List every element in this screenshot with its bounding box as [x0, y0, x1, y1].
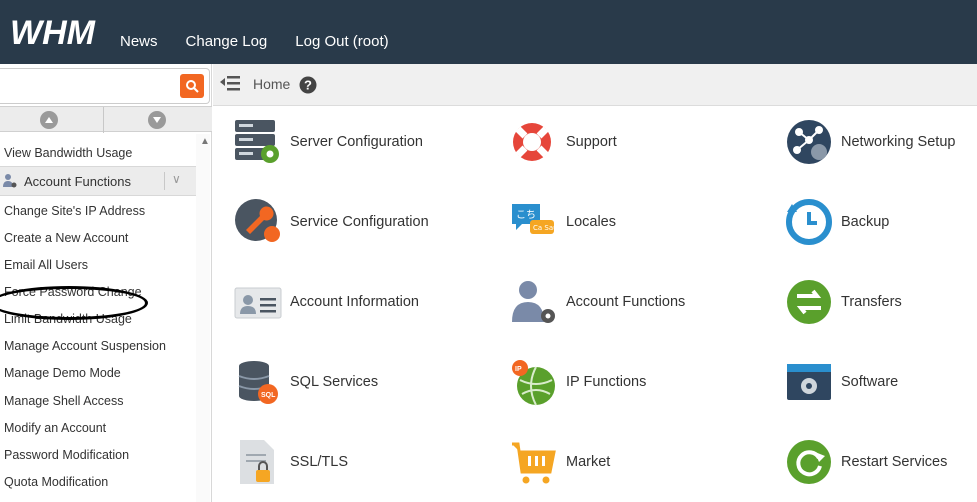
- tile-ssl-tls[interactable]: SSL/TLS: [234, 438, 348, 486]
- sidebar-item-modify-account[interactable]: Modify an Account: [4, 421, 106, 435]
- sidebar-item-email-users[interactable]: Email All Users: [4, 258, 88, 272]
- breadcrumb: Home ?: [213, 64, 977, 106]
- tile-backup[interactable]: Backup: [785, 198, 889, 246]
- help-icon[interactable]: ?: [299, 76, 317, 94]
- tile-locales[interactable]: こち Ca Sau Locales: [510, 198, 616, 246]
- sidebar-item-quota-modification[interactable]: Quota Modification: [4, 475, 108, 489]
- tile-networking-setup[interactable]: Networking Setup: [785, 118, 955, 166]
- news-link[interactable]: News: [120, 33, 158, 50]
- globe-pin-icon: IP: [512, 360, 555, 406]
- sidebar-search-input[interactable]: [0, 68, 210, 104]
- sidebar-nav-arrows: [0, 106, 212, 133]
- user-gear-icon: [512, 281, 555, 323]
- lifebuoy-icon: [513, 123, 551, 161]
- wrench-icon: [235, 199, 280, 242]
- tile-restart-services[interactable]: Restart Services: [785, 438, 947, 486]
- sidebar: ▲ View Bandwidth Usage Account Functions…: [0, 64, 212, 502]
- expand-down-button[interactable]: [148, 111, 166, 129]
- certificate-lock-icon: [240, 440, 274, 484]
- tile-support[interactable]: Support: [510, 118, 617, 166]
- tile-software[interactable]: Software: [785, 358, 898, 406]
- svg-text:SQL: SQL: [261, 392, 276, 399]
- svg-text:Ca Sau: Ca Sau: [533, 224, 558, 232]
- sidebar-item-create-account[interactable]: Create a New Account: [4, 231, 128, 245]
- backup-clock-icon: [786, 199, 832, 245]
- whm-logo[interactable]: WHM: [10, 14, 110, 50]
- triangle-up-icon: [45, 117, 53, 123]
- server-config-icon: [235, 120, 279, 163]
- svg-text:こち: こち: [516, 209, 536, 221]
- transfer-arrows-icon: [787, 280, 831, 324]
- network-icon: [787, 120, 831, 164]
- chevron-down-icon[interactable]: ∨: [172, 172, 181, 186]
- menu-toggle-icon[interactable]: [219, 74, 241, 94]
- sidebar-scrollbar[interactable]: [196, 134, 210, 502]
- software-window-icon: [787, 364, 831, 400]
- tile-ip-functions[interactable]: IP IP Functions: [510, 358, 646, 406]
- restart-icon: [787, 440, 831, 484]
- collapse-up-button[interactable]: [40, 111, 58, 129]
- sidebar-item-change-ip[interactable]: Change Site's IP Address: [4, 204, 145, 218]
- category-label: Account Functions: [24, 174, 131, 189]
- user-gear-icon: [3, 174, 17, 188]
- svg-text:IP: IP: [515, 366, 522, 373]
- id-card-icon: [234, 287, 282, 319]
- sidebar-item-password-modification[interactable]: Password Modification: [4, 448, 129, 462]
- svg-text:WHM: WHM: [10, 14, 96, 50]
- tile-account-functions[interactable]: Account Functions: [510, 278, 685, 326]
- speech-bubble-icon: こち Ca Sau: [512, 204, 558, 234]
- sidebar-item-demo-mode[interactable]: Manage Demo Mode: [4, 366, 121, 380]
- tile-server-configuration[interactable]: Server Configuration: [234, 118, 423, 166]
- breadcrumb-home[interactable]: Home: [253, 76, 290, 92]
- tile-service-configuration[interactable]: Service Configuration: [234, 198, 429, 246]
- sidebar-item-view-bandwidth-usage[interactable]: View Bandwidth Usage: [4, 146, 132, 160]
- scroll-up-icon[interactable]: ▲: [200, 136, 210, 147]
- tile-market[interactable]: Market: [510, 438, 610, 486]
- database-icon: SQL: [238, 361, 278, 404]
- search-button[interactable]: [180, 74, 204, 98]
- sidebar-category-account-functions[interactable]: Account Functions ∨: [0, 166, 196, 196]
- sidebar-item-shell-access[interactable]: Manage Shell Access: [4, 394, 124, 408]
- shopping-cart-icon: [512, 442, 556, 484]
- svg-text:?: ?: [304, 78, 312, 93]
- sidebar-item-account-suspension[interactable]: Manage Account Suspension: [4, 339, 166, 353]
- tile-sql-services[interactable]: SQL SQL Services: [234, 358, 378, 406]
- logout-link[interactable]: Log Out (root): [295, 33, 388, 50]
- search-icon: [186, 80, 199, 93]
- change-log-link[interactable]: Change Log: [186, 33, 268, 50]
- tile-account-information[interactable]: Account Information: [234, 278, 419, 326]
- top-bar: WHM News Change Log Log Out (root): [0, 0, 977, 64]
- tile-transfers[interactable]: Transfers: [785, 278, 902, 326]
- triangle-down-icon: [153, 117, 161, 123]
